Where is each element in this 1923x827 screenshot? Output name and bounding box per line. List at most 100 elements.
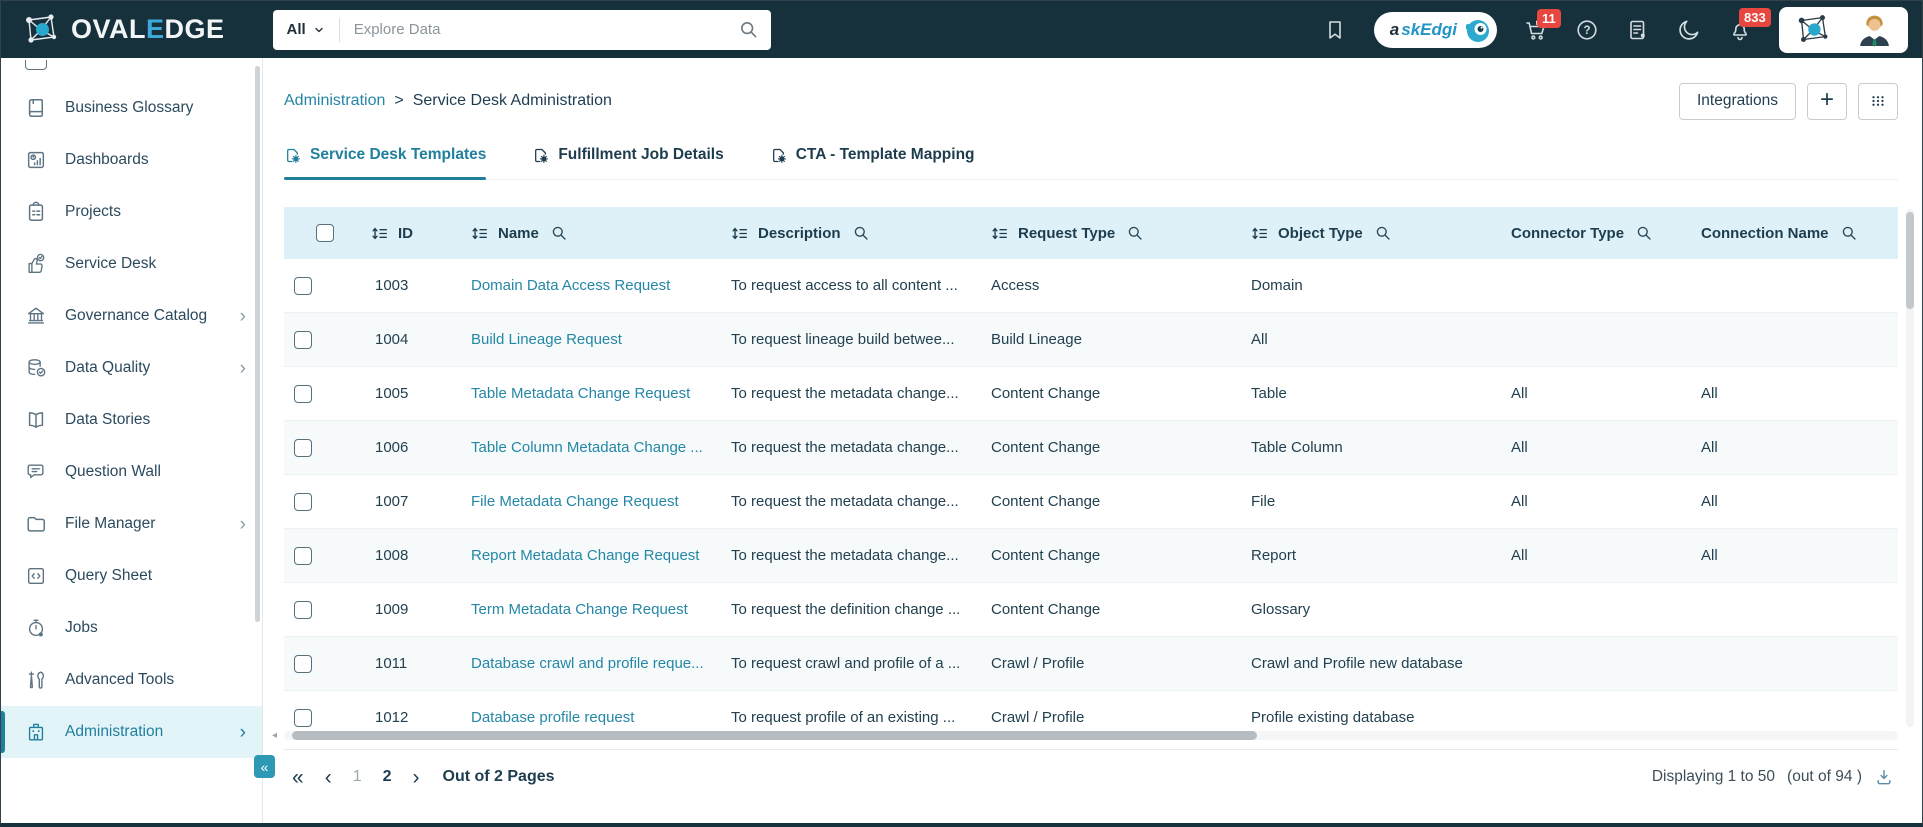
row-checkbox[interactable]: [294, 708, 312, 727]
sidebar-item[interactable]: Projects: [1, 186, 262, 238]
sort-icon[interactable]: [471, 226, 489, 241]
tab[interactable]: Fulfillment Job Details: [532, 146, 724, 179]
tab[interactable]: CTA - Template Mapping: [770, 146, 975, 179]
integrations-button[interactable]: Integrations: [1679, 82, 1796, 120]
page-number-button[interactable]: 2: [383, 768, 392, 786]
user-avatar[interactable]: [1856, 11, 1893, 48]
app-window: OVALEDGE All a skEdgi: [0, 0, 1923, 827]
askedgi-button[interactable]: a skEdgi: [1373, 11, 1497, 48]
sidebar-collapse-button[interactable]: «: [254, 755, 275, 778]
cell-connection-name: All: [1701, 493, 1718, 510]
cell-name: Domain Data Access Request: [461, 277, 721, 294]
sort-icon[interactable]: [991, 226, 1009, 241]
brand-logo[interactable]: OVALEDGE: [21, 10, 225, 50]
column-search-icon[interactable]: [853, 225, 869, 241]
template-name-link[interactable]: Table Column Metadata Change ...: [471, 439, 703, 456]
sidebar-item[interactable]: Question Wall: [1, 446, 262, 498]
row-checkbox[interactable]: [294, 546, 312, 565]
displaying-range-label: Displaying 1 to 50: [1651, 768, 1776, 785]
template-name-link[interactable]: Term Metadata Change Request: [471, 601, 688, 618]
cell-name: Database profile request: [461, 709, 721, 726]
column-header[interactable]: Description: [721, 225, 981, 242]
sidebar-item[interactable]: Administration ›: [1, 706, 262, 758]
select-all-checkbox[interactable]: [316, 224, 334, 242]
cell-id: 1005: [375, 385, 409, 402]
row-checkbox[interactable]: [294, 600, 312, 619]
global-search-bar: All: [272, 9, 771, 50]
sidebar-item[interactable]: Jobs: [1, 602, 262, 654]
template-gear-icon: [532, 147, 549, 164]
column-header[interactable]: Name: [461, 225, 721, 242]
template-name-link[interactable]: Report Metadata Change Request: [471, 547, 699, 564]
release-notes-icon[interactable]: [1626, 18, 1650, 42]
search-scope-dropdown[interactable]: All: [273, 17, 340, 42]
chevron-down-icon: [313, 24, 325, 36]
column-header[interactable]: Object Type: [1241, 225, 1501, 242]
sidebar-item[interactable]: Query Sheet: [1, 550, 262, 602]
row-checkbox[interactable]: [294, 330, 312, 349]
column-search-icon[interactable]: [1841, 225, 1857, 241]
askedgi-label-prefix: a: [1389, 19, 1400, 39]
sort-icon[interactable]: [1251, 226, 1269, 241]
previous-page-button[interactable]: ‹: [325, 767, 332, 788]
tab[interactable]: Service Desk Templates: [284, 146, 487, 180]
sidebar-item[interactable]: Governance Catalog ›: [1, 290, 262, 342]
top-bar: OVALEDGE All a skEdgi: [1, 1, 1922, 58]
sort-icon[interactable]: [731, 226, 749, 241]
row-checkbox[interactable]: [294, 654, 312, 673]
ovaledge-tile-logo-icon[interactable]: [1794, 11, 1832, 49]
template-name-link[interactable]: Database profile request: [471, 709, 634, 726]
column-header[interactable]: Connector Type: [1501, 225, 1691, 242]
add-template-button[interactable]: +: [1807, 82, 1847, 120]
column-search-icon[interactable]: [1375, 225, 1391, 241]
template-name-link[interactable]: File Metadata Change Request: [471, 493, 679, 510]
next-page-button[interactable]: ›: [413, 767, 420, 788]
sidebar-item[interactable]: File Manager ›: [1, 498, 262, 550]
tab-label: CTA - Template Mapping: [795, 146, 975, 163]
column-search-icon[interactable]: [1636, 225, 1652, 241]
template-name-link[interactable]: Table Metadata Change Request: [471, 385, 690, 402]
row-checkbox[interactable]: [294, 276, 312, 295]
table-row: 1005 Table Metadata Change Request To re…: [284, 367, 1898, 421]
row-checkbox[interactable]: [294, 438, 312, 457]
cart-icon[interactable]: 11: [1524, 8, 1561, 42]
vertical-scrollbar-thumb[interactable]: [1906, 212, 1914, 309]
cell-name: Database crawl and profile reque...: [461, 655, 721, 672]
grid-view-button[interactable]: [1858, 82, 1898, 120]
sidebar-item[interactable]: Data Quality ›: [1, 342, 262, 394]
notifications-bell-icon[interactable]: 833: [1728, 7, 1771, 42]
sidebar-item[interactable]: Service Desk: [1, 238, 262, 290]
column-search-icon[interactable]: [551, 225, 567, 241]
sidebar-item[interactable]: Data Stories: [1, 394, 262, 446]
column-header[interactable]: Connection Name: [1691, 225, 1898, 242]
cell-object-type: Table: [1251, 385, 1287, 402]
sidebar-scrollbar[interactable]: [255, 66, 260, 622]
cell-id: 1011: [375, 655, 408, 672]
scroll-left-arrow-icon[interactable]: ◂: [272, 730, 277, 741]
dark-mode-icon[interactable]: [1677, 18, 1701, 42]
help-icon[interactable]: [1575, 18, 1599, 42]
template-name-link[interactable]: Build Lineage Request: [471, 331, 622, 348]
bookmark-icon[interactable]: [1323, 18, 1347, 42]
sidebar-item[interactable]: Advanced Tools: [1, 654, 262, 706]
page-number-button[interactable]: 1: [353, 768, 362, 786]
template-name-link[interactable]: Domain Data Access Request: [471, 277, 670, 294]
column-search-icon[interactable]: [1127, 225, 1143, 241]
sidebar-item[interactable]: Business Glossary: [1, 82, 262, 134]
search-input[interactable]: [339, 21, 739, 38]
first-page-button[interactable]: «: [292, 767, 304, 788]
download-icon[interactable]: [1874, 767, 1894, 787]
horizontal-scrollbar-thumb[interactable]: [292, 731, 1257, 740]
sort-icon[interactable]: [371, 226, 389, 241]
search-icon[interactable]: [739, 20, 758, 39]
page-actions: Integrations +: [1679, 82, 1898, 120]
column-header[interactable]: Request Type: [981, 225, 1241, 242]
sidebar-item[interactable]: Dashboards: [1, 134, 262, 186]
row-checkbox[interactable]: [294, 492, 312, 511]
template-gear-icon: [284, 147, 301, 164]
robot-icon: [1466, 19, 1489, 42]
template-name-link[interactable]: Database crawl and profile reque...: [471, 655, 704, 672]
row-checkbox[interactable]: [294, 384, 312, 403]
breadcrumb-parent-link[interactable]: Administration: [284, 92, 385, 110]
column-header[interactable]: ID: [361, 225, 461, 242]
